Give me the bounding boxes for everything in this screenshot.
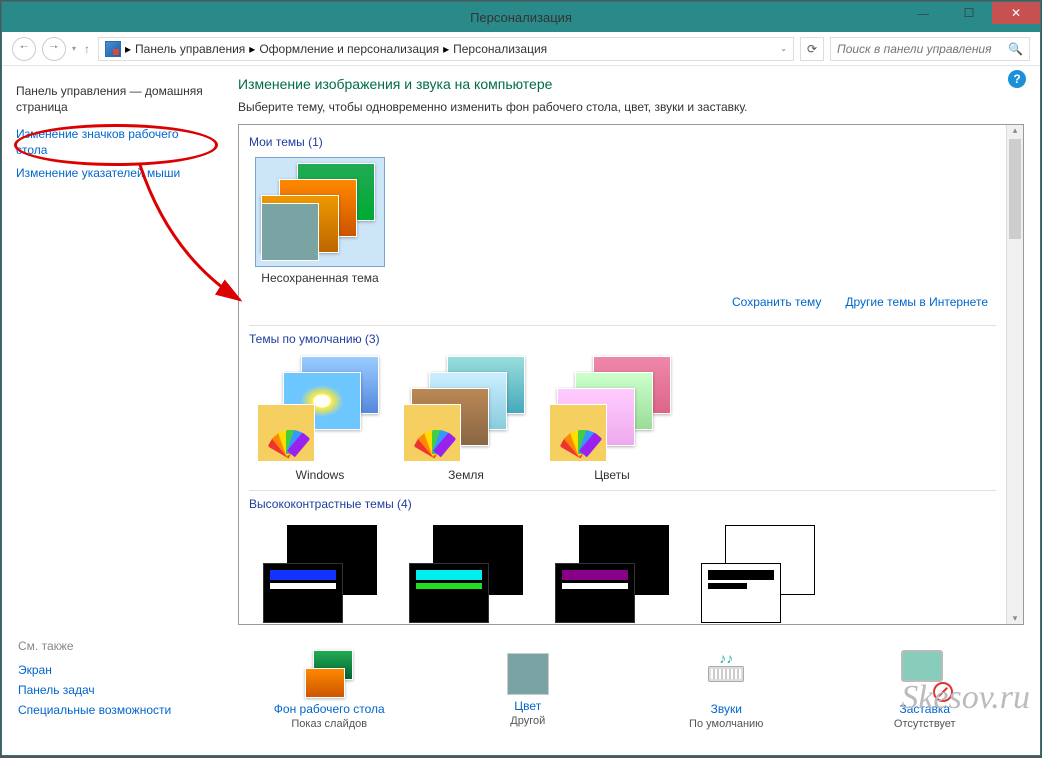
setting-desktop-bg[interactable]: Фон рабочего стола Показ слайдов — [249, 650, 409, 730]
theme-label: Цветы — [547, 468, 677, 482]
setting-value: По умолчанию — [689, 718, 763, 730]
scroll-thumb[interactable] — [1009, 139, 1021, 239]
titlebar[interactable]: Персонализация — ☐ ✕ — [2, 2, 1040, 32]
see-also-display[interactable]: Экран — [18, 663, 218, 677]
setting-value: Показ слайдов — [291, 718, 367, 730]
save-theme-link[interactable]: Сохранить тему — [732, 295, 821, 309]
scrollbar[interactable] — [1006, 125, 1023, 624]
help-icon[interactable]: ? — [1008, 70, 1026, 88]
close-button[interactable]: ✕ — [992, 2, 1040, 24]
setting-sounds[interactable]: ♪♪ Звуки По умолчанию — [646, 650, 806, 730]
sidebar-task-desktop-icons[interactable]: Изменение значков рабочего стола — [16, 127, 208, 158]
breadcrumb-sep: ▸ — [125, 42, 131, 56]
content: Панель управления — домашняя страница Из… — [2, 66, 1040, 625]
setting-label: Заставка — [845, 702, 1005, 716]
breadcrumb-dropdown-icon[interactable]: ⌄ — [780, 44, 787, 53]
theme-unsaved[interactable]: Несохраненная тема — [255, 157, 385, 285]
theme-hc1[interactable]: Высокая — [255, 519, 385, 624]
theme-hc2[interactable]: Высокая — [401, 519, 531, 624]
setting-screensaver[interactable]: Заставка Отсутствует — [845, 650, 1005, 730]
maximize-button[interactable]: ☐ — [946, 2, 992, 24]
setting-label: Цвет — [448, 699, 608, 713]
window: Персонализация — ☐ ✕ 🠔 🠖 ▾ ↑ ▸ Панель уп… — [1, 1, 1041, 756]
search-input[interactable]: 🔍 — [830, 37, 1030, 61]
main-pane: ? Изменение изображения и звука на компь… — [222, 66, 1040, 625]
page-title: Изменение изображения и звука на компьют… — [238, 76, 1024, 92]
search-field[interactable] — [837, 42, 1008, 56]
setting-value: Другой — [510, 715, 545, 727]
minimize-button[interactable]: — — [900, 2, 946, 24]
back-button[interactable]: 🠔 — [12, 37, 36, 61]
breadcrumb-sep: ▸ — [249, 42, 255, 56]
theme-label: Земля — [401, 468, 531, 482]
setting-label: Фон рабочего стола — [249, 702, 409, 716]
refresh-button[interactable]: ⟳ — [800, 37, 824, 61]
setting-color[interactable]: Цвет Другой — [448, 653, 608, 727]
theme-windows[interactable]: Windows — [255, 354, 385, 482]
see-also-header: См. также — [18, 639, 218, 653]
setting-value: Отсутствует — [894, 718, 956, 730]
forward-button[interactable]: 🠖 — [42, 37, 66, 61]
bottom-pane: См. также Экран Панель задач Специальные… — [2, 625, 1040, 755]
see-also-ease[interactable]: Специальные возможности — [18, 703, 218, 717]
see-also: См. также Экран Панель задач Специальные… — [18, 633, 218, 747]
history-chevron-icon[interactable]: ▾ — [72, 44, 76, 53]
theme-hc-white[interactable]: Контрастная белая — [693, 519, 823, 624]
group-default-themes: Темы по умолчанию (3) — [249, 328, 996, 350]
setting-label: Звуки — [646, 702, 806, 716]
group-my-themes: Мои темы (1) — [249, 131, 996, 153]
breadcrumb[interactable]: ▸ Панель управления ▸ Оформление и персо… — [98, 37, 794, 61]
online-themes-link[interactable]: Другие темы в Интернете — [845, 295, 988, 309]
control-panel-icon — [105, 41, 121, 57]
theme-flowers[interactable]: Цветы — [547, 354, 677, 482]
navbar: 🠔 🠖 ▾ ↑ ▸ Панель управления ▸ Оформление… — [2, 32, 1040, 66]
theme-label: Несохраненная тема — [255, 271, 385, 285]
theme-hc-black[interactable]: Контрастная черная — [547, 519, 677, 624]
page-subtitle: Выберите тему, чтобы одновременно измени… — [238, 100, 1024, 114]
breadcrumb-sep: ▸ — [443, 42, 449, 56]
crumb-control-panel[interactable]: Панель управления — [135, 42, 245, 56]
crumb-appearance[interactable]: Оформление и персонализация — [259, 42, 439, 56]
sidebar: Панель управления — домашняя страница Из… — [2, 66, 222, 625]
theme-earth[interactable]: Земля — [401, 354, 531, 482]
themes-pane: Мои темы (1) Несохраненная тема — [238, 124, 1024, 625]
sidebar-task-mouse-pointers[interactable]: Изменение указателей мыши — [16, 166, 208, 182]
search-icon[interactable]: 🔍 — [1008, 42, 1023, 56]
theme-label: Windows — [255, 468, 385, 482]
see-also-taskbar[interactable]: Панель задач — [18, 683, 218, 697]
window-title: Персонализация — [470, 10, 572, 25]
up-button[interactable]: ↑ — [82, 42, 92, 56]
crumb-personalization[interactable]: Персонализация — [453, 42, 547, 56]
cp-home-link[interactable]: Панель управления — домашняя страница — [16, 84, 208, 115]
group-hc-themes: Высококонтрастные темы (4) — [249, 493, 996, 515]
